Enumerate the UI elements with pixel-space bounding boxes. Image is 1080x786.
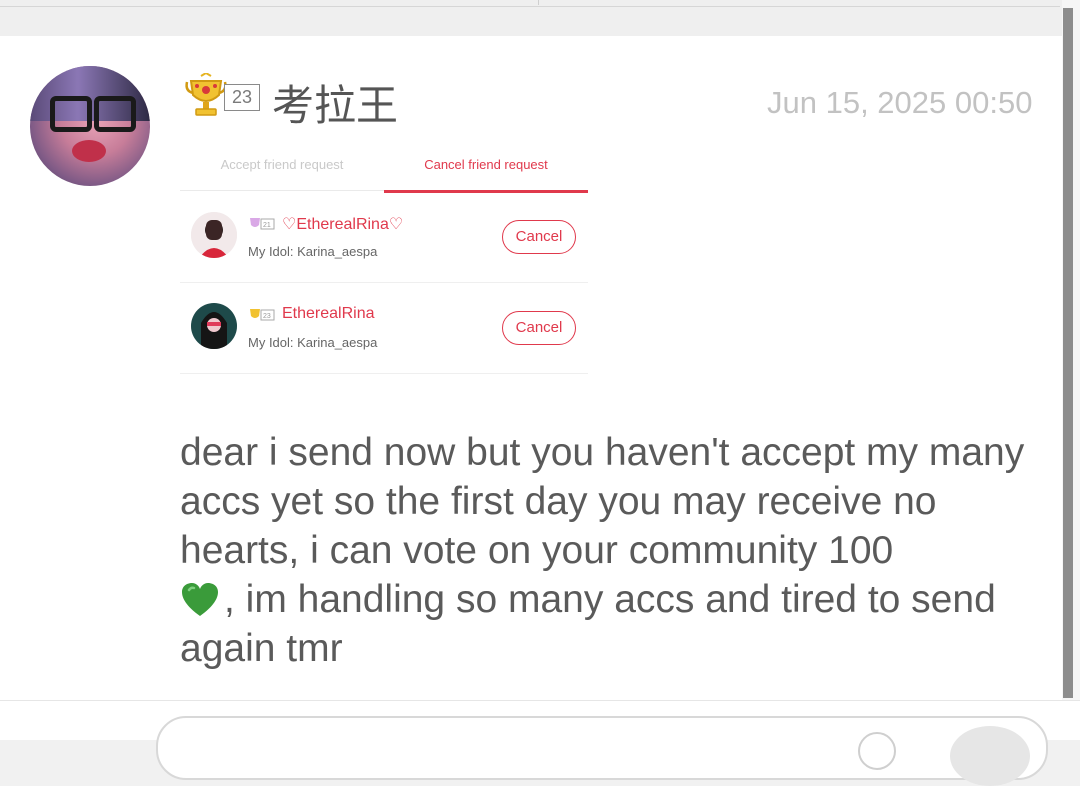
top-divider [0,6,1060,7]
scrollbar-thumb[interactable] [1063,8,1073,698]
emoji-button[interactable] [858,732,896,770]
message-text-tail: , im handling so many accs and tired to … [180,578,996,670]
send-button[interactable] [950,726,1030,786]
avatar [191,212,237,258]
cancel-button: Cancel [502,220,576,254]
avatar[interactable] [30,66,150,186]
request-name: EtherealRina [282,305,375,322]
request-name: ♡EtherealRina♡ [282,216,404,233]
tab-accept-friend-request: Accept friend request [180,144,384,191]
username[interactable]: 考拉王 [272,72,398,133]
request-idol: My Idol: Karina_aespa [248,335,378,350]
avatar [191,303,237,349]
list-item: 21 ♡EtherealRina♡ My Idol: Karina_aespa … [180,192,588,283]
trophy-icon [185,73,227,116]
svg-text:21: 21 [263,222,271,229]
svg-text:23: 23 [263,313,271,320]
cancel-button: Cancel [502,311,576,345]
timestamp: Jun 15, 2025 00:50 [767,85,1033,120]
level-badge: 23 [224,84,260,111]
message-text: dear i send now but you haven't accept m… [180,431,1025,572]
badge-icon: 21 [250,218,275,230]
message-body: dear i send now but you haven't accept m… [180,428,1050,673]
tab-cancel-friend-request: Cancel friend request [384,144,588,193]
top-divider-tick [538,0,539,5]
embedded-screenshot[interactable]: Accept friend request Cancel friend requ… [180,144,588,374]
top-bar [0,0,1080,36]
badge-icon: 23 [250,309,275,321]
request-idol: My Idol: Karina_aespa [248,244,378,259]
green-heart-icon [182,583,218,616]
comment-input[interactable] [156,716,1048,780]
list-item: 23 EtherealRina My Idol: Karina_aespa Ca… [180,283,588,374]
